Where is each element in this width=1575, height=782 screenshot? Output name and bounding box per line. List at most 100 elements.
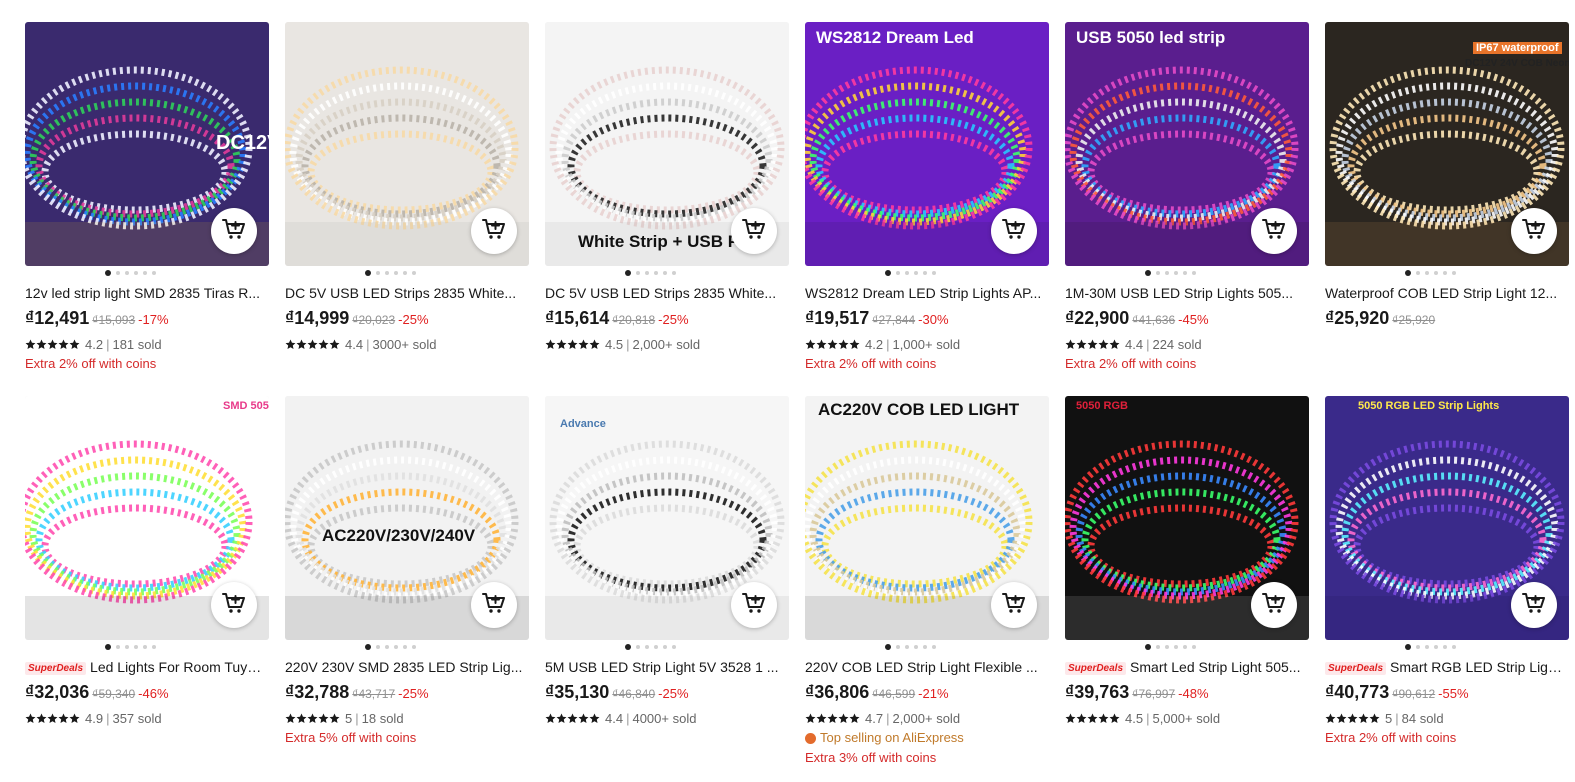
product-card[interactable]: IP67 waterproof DC12V 24V COB Neon Waterpr… xyxy=(1325,22,1569,330)
image-carousel-dots[interactable] xyxy=(805,270,1049,281)
product-image[interactable]: White Strip + USB P xyxy=(545,22,789,266)
carousel-dot[interactable] xyxy=(662,645,667,649)
carousel-dot[interactable] xyxy=(1415,271,1420,275)
carousel-dot[interactable] xyxy=(1182,271,1187,275)
carousel-dot[interactable] xyxy=(375,271,380,275)
carousel-dot[interactable] xyxy=(142,645,147,649)
carousel-dot[interactable] xyxy=(1433,271,1438,275)
carousel-dot[interactable] xyxy=(1144,644,1151,650)
image-carousel-dots[interactable] xyxy=(25,270,269,281)
carousel-dot[interactable] xyxy=(104,644,111,650)
product-image[interactable]: Advance xyxy=(545,396,789,640)
carousel-dot[interactable] xyxy=(364,644,371,650)
carousel-dot[interactable] xyxy=(1442,645,1447,649)
add-to-cart-button[interactable] xyxy=(211,582,257,628)
image-carousel-dots[interactable] xyxy=(545,644,789,655)
carousel-dot[interactable] xyxy=(402,271,407,275)
product-image[interactable]: SMD 5050 xyxy=(25,396,269,640)
product-card[interactable]: SMD 5050 SuperDealsLed Lights For Room Tu… xyxy=(25,396,269,726)
carousel-dot[interactable] xyxy=(1424,645,1429,649)
product-title[interactable]: SuperDeals Smart Led Strip Light 505... xyxy=(1065,658,1305,676)
product-title[interactable]: Waterproof COB LED Strip Light 12... xyxy=(1325,284,1565,302)
carousel-dot[interactable] xyxy=(393,645,398,649)
product-image[interactable]: DC12V xyxy=(25,22,269,266)
product-card[interactable]: WS2812 Dream Led WS2812 Dream LED Strip L… xyxy=(805,22,1049,372)
image-carousel-dots[interactable] xyxy=(1065,270,1309,281)
product-card[interactable]: AC220V COB LED LIGHT 220V COB LED Strip L… xyxy=(805,396,1049,766)
carousel-dot[interactable] xyxy=(1451,271,1456,275)
carousel-dot[interactable] xyxy=(1155,645,1160,649)
product-image[interactable]: AC220V/230V/240V xyxy=(285,396,529,640)
product-image[interactable] xyxy=(285,22,529,266)
add-to-cart-button[interactable] xyxy=(731,208,777,254)
carousel-dot[interactable] xyxy=(922,645,927,649)
carousel-dot[interactable] xyxy=(895,271,900,275)
carousel-dot[interactable] xyxy=(922,271,927,275)
image-carousel-dots[interactable] xyxy=(1325,644,1569,655)
carousel-dot[interactable] xyxy=(1442,271,1447,275)
carousel-dot[interactable] xyxy=(635,271,640,275)
carousel-dot[interactable] xyxy=(364,270,371,276)
product-image[interactable]: AC220V COB LED LIGHT xyxy=(805,396,1049,640)
carousel-dot[interactable] xyxy=(393,271,398,275)
product-image[interactable]: USB 5050 led strip xyxy=(1065,22,1309,266)
add-to-cart-button[interactable] xyxy=(471,208,517,254)
image-carousel-dots[interactable] xyxy=(1325,270,1569,281)
product-title[interactable]: 220V 230V SMD 2835 LED Strip Lig... xyxy=(285,658,525,676)
carousel-dot[interactable] xyxy=(644,645,649,649)
add-to-cart-button[interactable] xyxy=(211,208,257,254)
carousel-dot[interactable] xyxy=(384,271,389,275)
carousel-dot[interactable] xyxy=(411,271,416,275)
product-card[interactable]: 5050 RGB SuperDeals Smart Led Strip Light … xyxy=(1065,396,1309,726)
carousel-dot[interactable] xyxy=(115,645,120,649)
carousel-dot[interactable] xyxy=(931,645,936,649)
carousel-dot[interactable] xyxy=(653,645,658,649)
carousel-dot[interactable] xyxy=(624,644,631,650)
carousel-dot[interactable] xyxy=(151,645,156,649)
add-to-cart-button[interactable] xyxy=(1511,208,1557,254)
product-card[interactable]: White Strip + USB P DC 5V USB LED Strips … xyxy=(545,22,789,352)
product-card[interactable]: 5050 RGB LED Strip Lights SuperDeals Smart… xyxy=(1325,396,1569,746)
carousel-dot[interactable] xyxy=(904,645,909,649)
add-to-cart-button[interactable] xyxy=(1251,208,1297,254)
product-title[interactable]: SuperDeals Led Lights For Room Tuya ... xyxy=(25,658,265,676)
carousel-dot[interactable] xyxy=(1433,645,1438,649)
carousel-dot[interactable] xyxy=(644,271,649,275)
product-image[interactable]: IP67 waterproof DC12V 24V COB Neon xyxy=(1325,22,1569,266)
carousel-dot[interactable] xyxy=(913,645,918,649)
carousel-dot[interactable] xyxy=(1164,271,1169,275)
carousel-dot[interactable] xyxy=(895,645,900,649)
carousel-dot[interactable] xyxy=(671,271,676,275)
product-image[interactable]: WS2812 Dream Led xyxy=(805,22,1049,266)
carousel-dot[interactable] xyxy=(884,644,891,650)
carousel-dot[interactable] xyxy=(151,271,156,275)
carousel-dot[interactable] xyxy=(1404,644,1411,650)
carousel-dot[interactable] xyxy=(1191,645,1196,649)
carousel-dot[interactable] xyxy=(662,271,667,275)
add-to-cart-button[interactable] xyxy=(1511,582,1557,628)
add-to-cart-button[interactable] xyxy=(471,582,517,628)
carousel-dot[interactable] xyxy=(1451,645,1456,649)
add-to-cart-button[interactable] xyxy=(1251,582,1297,628)
carousel-dot[interactable] xyxy=(904,271,909,275)
carousel-dot[interactable] xyxy=(913,271,918,275)
carousel-dot[interactable] xyxy=(624,270,631,276)
add-to-cart-button[interactable] xyxy=(991,208,1037,254)
carousel-dot[interactable] xyxy=(635,645,640,649)
image-carousel-dots[interactable] xyxy=(25,644,269,655)
carousel-dot[interactable] xyxy=(1173,271,1178,275)
carousel-dot[interactable] xyxy=(931,271,936,275)
product-card[interactable]: USB 5050 led strip 1M-30M USB LED Strip L… xyxy=(1065,22,1309,372)
carousel-dot[interactable] xyxy=(1182,645,1187,649)
product-card[interactable]: DC 5V USB LED Strips 2835 White... ₫14,99… xyxy=(285,22,529,352)
carousel-dot[interactable] xyxy=(884,270,891,276)
product-card[interactable]: Advance 5M USB LED Strip Light 5V 3528 1 … xyxy=(545,396,789,726)
carousel-dot[interactable] xyxy=(124,645,129,649)
carousel-dot[interactable] xyxy=(1155,271,1160,275)
carousel-dot[interactable] xyxy=(115,271,120,275)
product-card[interactable]: AC220V/230V/240V 220V 230V SMD 2835 LED S… xyxy=(285,396,529,746)
carousel-dot[interactable] xyxy=(142,271,147,275)
product-title[interactable]: DC 5V USB LED Strips 2835 White... xyxy=(545,284,785,302)
carousel-dot[interactable] xyxy=(653,271,658,275)
product-title[interactable]: 12v led strip light SMD 2835 Tiras R... xyxy=(25,284,265,302)
